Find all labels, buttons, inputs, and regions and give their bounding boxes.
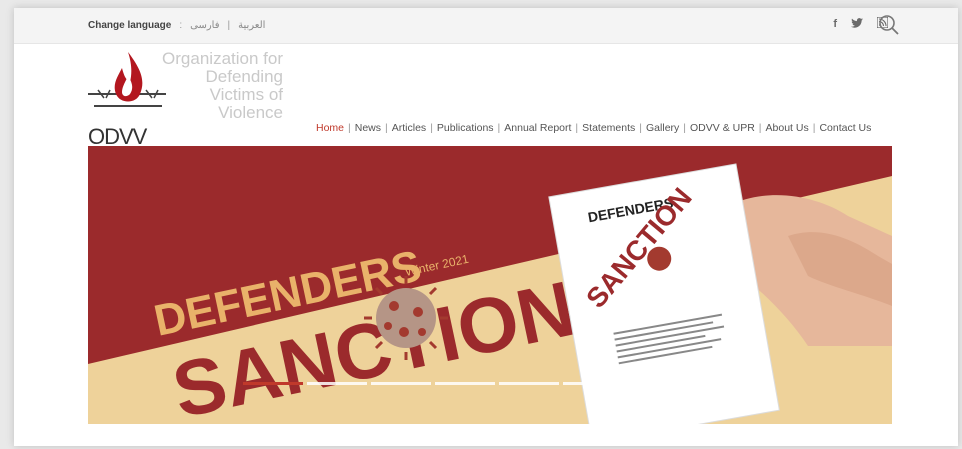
nav-annual-report[interactable]: Annual Report: [504, 122, 571, 134]
nav-statements[interactable]: Statements: [582, 122, 635, 134]
slider-dot[interactable]: [371, 382, 431, 385]
language-switcher: Change language : فارسی | العربية: [88, 20, 266, 31]
change-language-label: Change language: [88, 20, 172, 31]
slider-dots: [243, 382, 623, 385]
lang-persian-link[interactable]: فارسی: [190, 20, 219, 31]
nav-publications[interactable]: Publications: [437, 122, 494, 134]
search-icon[interactable]: [878, 14, 900, 36]
nav-odvv-upr[interactable]: ODVV & UPR: [690, 122, 755, 134]
hero-banner[interactable]: DEFENDERS Winter 2021 SANCTION DEFENDERS…: [88, 146, 892, 424]
slider-dot[interactable]: [435, 382, 495, 385]
org-full-name: Organization for Defending Victims of Vi…: [162, 49, 283, 122]
odvv-logo[interactable]: Organization for Defending Victims of Vi…: [88, 46, 288, 149]
nav-home[interactable]: Home: [316, 122, 344, 134]
nav-contact-us[interactable]: Contact Us: [819, 122, 871, 134]
main-nav: Home | News | Articles | Publications | Annu…: [316, 122, 872, 134]
page-card: Change language : فارسی | العربية f Orga…: [14, 8, 958, 446]
nav-gallery[interactable]: Gallery: [646, 122, 679, 134]
top-bar: Change language : فارسی | العربية f: [14, 8, 958, 44]
lang-arabic-link[interactable]: العربية: [238, 20, 265, 31]
nav-articles[interactable]: Articles: [392, 122, 426, 134]
slider-dot[interactable]: [243, 382, 303, 385]
nav-news[interactable]: News: [355, 122, 381, 134]
slider-dot[interactable]: [307, 382, 367, 385]
nav-about-us[interactable]: About Us: [766, 122, 809, 134]
facebook-icon[interactable]: f: [833, 18, 837, 30]
slider-dot[interactable]: [499, 382, 559, 385]
virus-graphic: [364, 276, 448, 360]
slider-dot[interactable]: [563, 382, 623, 385]
twitter-icon[interactable]: [851, 17, 863, 31]
